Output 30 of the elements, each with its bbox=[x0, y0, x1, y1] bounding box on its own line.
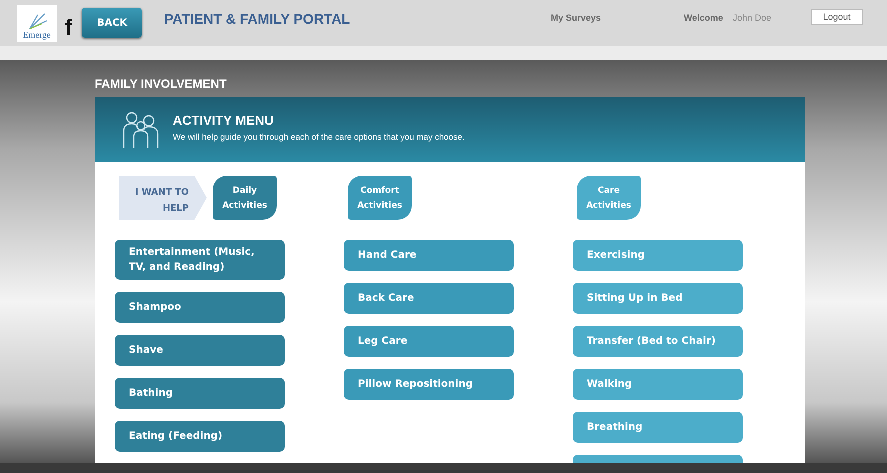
category-tab[interactable]: Comfort Activities bbox=[348, 176, 412, 220]
activity-button[interactable]: Leg Care bbox=[344, 326, 514, 357]
activity-button[interactable]: Eating (Feeding) bbox=[115, 421, 285, 452]
logout-button[interactable]: Logout bbox=[811, 9, 863, 25]
help-prompt: I WANT TO HELP bbox=[119, 176, 207, 220]
portal-title: PATIENT & FAMILY PORTAL bbox=[164, 11, 350, 27]
user-name: John Doe bbox=[733, 13, 772, 23]
category-tab[interactable]: Care Activities bbox=[577, 176, 641, 220]
activity-button[interactable]: Breathing bbox=[573, 412, 743, 443]
activity-button[interactable]: Shampoo bbox=[115, 292, 285, 323]
menu-title: ACTIVITY MENU bbox=[173, 113, 275, 128]
activity-button[interactable]: Walking bbox=[573, 369, 743, 400]
activity-button[interactable]: Transfer (Bed to Chair) bbox=[573, 326, 743, 357]
activity-button[interactable]: Sitting Up in Bed bbox=[573, 283, 743, 314]
welcome-label: Welcome bbox=[684, 13, 724, 23]
section-title: FAMILY INVOLVEMENT bbox=[95, 76, 228, 93]
activity-button[interactable]: Hand Care bbox=[344, 240, 514, 271]
activity-button[interactable]: Pillow Repositioning bbox=[344, 369, 514, 400]
activity-button[interactable]: Back Care bbox=[344, 283, 514, 314]
back-button[interactable]: BACK bbox=[82, 8, 142, 38]
family-icon bbox=[122, 110, 160, 148]
letter-f: f bbox=[65, 15, 72, 41]
activity-button[interactable]: Exercising bbox=[573, 240, 743, 271]
menu-subtitle: We will help guide you through each of the care options that you may choose. bbox=[173, 132, 465, 142]
logo-text: Emerge bbox=[23, 30, 51, 40]
activity-button[interactable]: Shave bbox=[115, 335, 285, 366]
activity-button[interactable]: Bathing bbox=[115, 378, 285, 409]
my-surveys-link[interactable]: My Surveys bbox=[551, 13, 602, 23]
category-tab[interactable]: Daily Activities bbox=[213, 176, 277, 220]
activity-button[interactable]: Entertainment (Music, TV, and Reading) bbox=[115, 240, 285, 280]
